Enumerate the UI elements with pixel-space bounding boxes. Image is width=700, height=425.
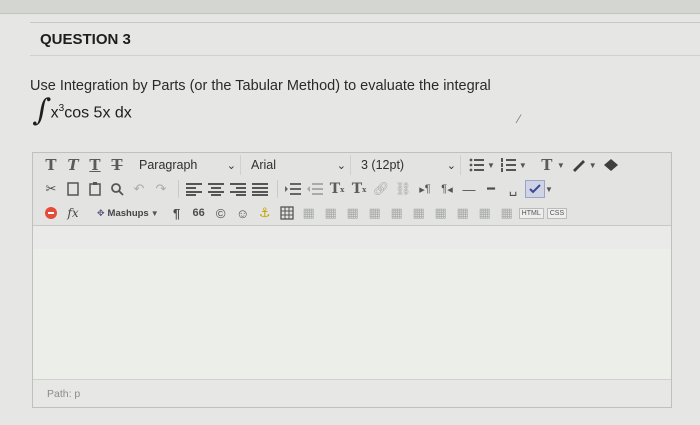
link-icon[interactable]: 🔗︎ [371, 180, 391, 198]
mashups-label: Mashups [107, 207, 149, 219]
element-path: Path: p [47, 388, 81, 400]
undo-icon[interactable]: ↶ [129, 180, 149, 198]
subscript-label: T [351, 181, 363, 197]
highlight-pen-icon[interactable] [569, 156, 589, 174]
ltr-label: ¶ [424, 183, 431, 195]
math-function-button[interactable]: fx [63, 203, 83, 223]
split-cells-icon[interactable]: ▦ [475, 204, 495, 222]
paragraph-select[interactable]: Paragraph ⌄ [135, 155, 241, 175]
align-right-icon[interactable] [228, 180, 248, 198]
font-select-value: Arial [251, 158, 277, 172]
editor-toolbar: T T T T Paragraph ⌄ Arial ⌄ 3 (12pt) ⌄ ▼ [33, 153, 671, 226]
cut-icon[interactable]: ✂ [41, 180, 61, 198]
question-prompt: Use Integration by Parts (or the Tabular… [30, 78, 491, 94]
subscript-button[interactable]: Tx [349, 179, 369, 199]
superscript-label: T [329, 181, 341, 197]
italic-button[interactable]: T [63, 155, 83, 175]
insert-row-after-icon[interactable]: ▦ [365, 204, 385, 222]
font-select[interactable]: Arial ⌄ [247, 155, 351, 175]
table-row-props-icon[interactable]: ▦ [299, 204, 319, 222]
editor-content-area[interactable] [33, 249, 671, 379]
indent-icon[interactable] [283, 180, 303, 198]
spellcheck-icon[interactable] [525, 180, 545, 198]
spell-error-icon[interactable] [41, 204, 61, 222]
strikethrough-button[interactable]: T [107, 155, 127, 175]
horizontal-rule-icon[interactable]: — [459, 180, 479, 198]
editor-status-bar: Path: p [33, 379, 671, 407]
chevron-down-icon[interactable]: ▼ [487, 161, 495, 170]
integral-body: x3cos 5x dx [51, 103, 132, 122]
blockquote-button[interactable]: 66 [189, 204, 209, 222]
table-cell-props-icon[interactable]: ▦ [321, 204, 341, 222]
eraser-icon[interactable] [601, 156, 621, 174]
paragraph-select-value: Paragraph [139, 158, 198, 172]
nonbreaking-space-icon[interactable]: ␣ [503, 180, 523, 198]
chevron-down-icon: ⌄ [226, 159, 236, 172]
mashups-button[interactable]: ✥ Mashups [97, 208, 149, 219]
integral-sign: ∫ [31, 93, 53, 128]
paragraph-mark-button[interactable]: ¶ [167, 204, 187, 222]
rtl-label: ¶ [441, 183, 448, 195]
chevron-down-icon[interactable]: ▼ [589, 161, 597, 170]
copy-icon[interactable] [63, 180, 83, 198]
align-justify-icon[interactable] [250, 180, 270, 198]
unlink-icon[interactable]: ⛓︎ [393, 180, 413, 198]
chevron-down-icon[interactable]: ▼ [557, 161, 565, 170]
question-header: QUESTION 3 [30, 22, 700, 56]
toolbar-row-1: T T T T Paragraph ⌄ Arial ⌄ 3 (12pt) ⌄ ▼ [33, 153, 671, 177]
delete-col-icon[interactable]: ▦ [453, 204, 473, 222]
mashups-icon: ✥ [97, 207, 105, 218]
numbered-list-icon[interactable] [499, 156, 519, 174]
align-left-icon[interactable] [184, 180, 204, 198]
horizontal-line-icon[interactable]: ━ [481, 180, 501, 198]
merge-cells-icon[interactable]: ▦ [497, 204, 517, 222]
rtl-direction-button[interactable]: ¶ ◂ [437, 179, 457, 199]
stray-mark: ⁄ [518, 112, 521, 126]
size-select[interactable]: 3 (12pt) ⌄ [357, 155, 461, 175]
find-icon[interactable] [107, 180, 127, 198]
delete-row-icon[interactable]: ▦ [387, 204, 407, 222]
chevron-down-icon[interactable]: ▼ [545, 185, 553, 194]
chevron-down-icon: ⌄ [446, 159, 456, 172]
integral-base: x [50, 104, 59, 122]
bold-button[interactable]: T [41, 155, 61, 175]
toolbar-row-2: ✂ ↶ ↷ T x T x 🔗︎ ⛓︎ ▸ ¶ ¶ ◂ — ━ ␣ ▼ [33, 177, 671, 201]
insert-col-after-icon[interactable]: ▦ [431, 204, 451, 222]
toolbar-divider [277, 180, 278, 198]
window-top-strip [0, 0, 700, 14]
copyright-icon[interactable]: © [211, 204, 231, 222]
insert-table-icon[interactable] [277, 204, 297, 222]
align-center-icon[interactable] [206, 180, 226, 198]
chevron-down-icon[interactable]: ▼ [519, 161, 527, 170]
toolbar-row-3: fx ✥ Mashups ▼ ¶ 66 © ☺ ⚓︎ ▦ ▦ ▦ ▦ ▦ ▦ ▦… [33, 201, 671, 225]
integral-expression: ∫ x3cos 5x dx [31, 93, 132, 128]
html-source-button[interactable]: HTML [518, 207, 544, 219]
rich-text-editor: T T T T Paragraph ⌄ Arial ⌄ 3 (12pt) ⌄ ▼ [32, 152, 672, 408]
toolbar-divider [178, 180, 179, 198]
chevron-down-icon[interactable]: ▼ [151, 209, 159, 218]
underline-button[interactable]: T [85, 155, 105, 175]
superscript-button[interactable]: Tx [327, 179, 347, 199]
question-title: QUESTION 3 [40, 31, 131, 48]
bullet-list-icon[interactable] [467, 156, 487, 174]
paste-icon[interactable] [85, 180, 105, 198]
insert-row-before-icon[interactable]: ▦ [343, 204, 363, 222]
redo-icon[interactable]: ↷ [151, 180, 171, 198]
chevron-down-icon: ⌄ [336, 159, 346, 172]
text-color-button[interactable]: T [537, 155, 557, 175]
insert-col-before-icon[interactable]: ▦ [409, 204, 429, 222]
outdent-icon[interactable] [305, 180, 325, 198]
integral-rest: cos 5x dx [64, 104, 132, 122]
css-button[interactable]: CSS [546, 207, 568, 219]
size-select-value: 3 (12pt) [361, 158, 405, 172]
emoticon-icon[interactable]: ☺ [233, 204, 253, 222]
anchor-icon[interactable]: ⚓︎ [255, 204, 275, 222]
ltr-direction-button[interactable]: ▸ ¶ [415, 179, 435, 199]
